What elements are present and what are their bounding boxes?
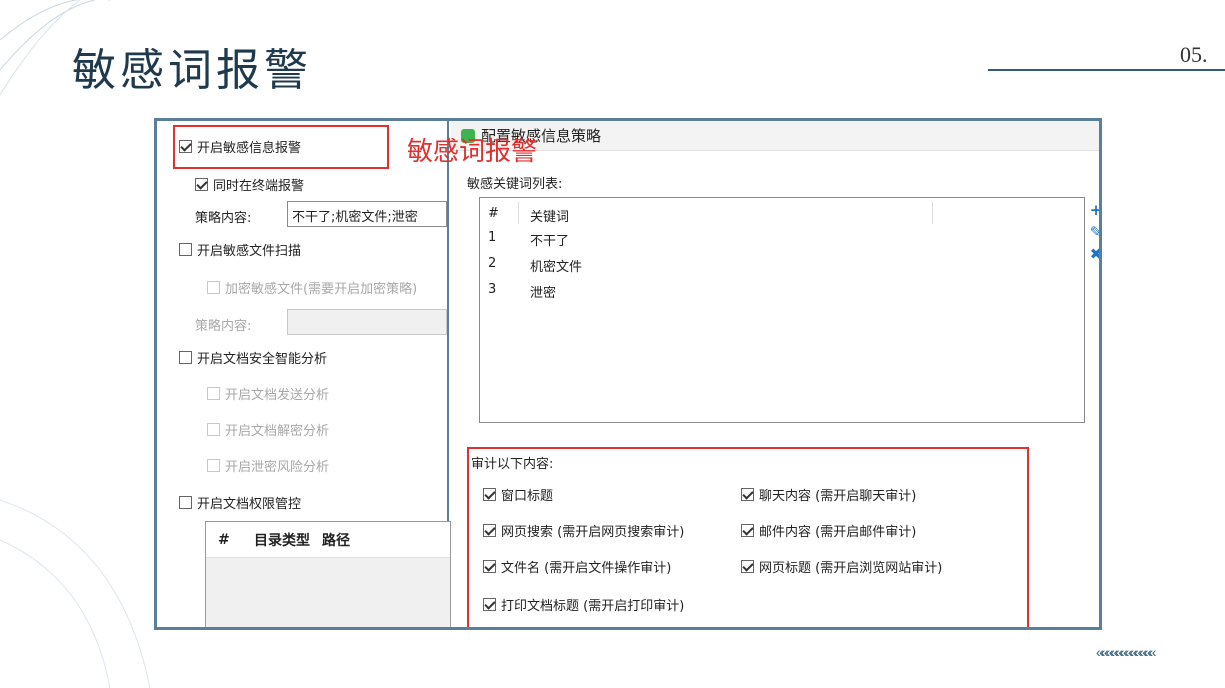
chevron-decoration: «««««««««««« xyxy=(1096,644,1156,660)
terminal-alert-label: 同时在终端报警 xyxy=(213,179,305,194)
enable-sensitive-alert-label: 开启敏感信息报警 xyxy=(197,141,302,156)
strategy-content-label: 策略内容: xyxy=(195,211,252,226)
terminal-alert-option[interactable]: 同时在终端报警 xyxy=(195,175,304,194)
dialog-titlebar: 配置敏感信息策略 xyxy=(451,121,1099,151)
column-header-keyword[interactable]: 关键词 xyxy=(530,206,569,225)
table-row[interactable]: 1 不干了 xyxy=(480,230,1084,256)
audit-option[interactable]: 窗口标题 xyxy=(483,485,553,504)
row-keyword: 泄密 xyxy=(530,286,557,301)
audit-checkbox[interactable] xyxy=(483,560,496,573)
permission-table[interactable]: # 目录类型 路径 xyxy=(205,521,451,627)
leak-risk-analysis-option[interactable]: 开启泄密风险分析 xyxy=(207,456,329,475)
audit-checkbox[interactable] xyxy=(483,598,496,611)
page-number-underline xyxy=(988,69,1225,71)
enable-doc-permission-option[interactable]: 开启文档权限管控 xyxy=(179,493,301,512)
overlay-title: 敏感词报警 xyxy=(407,137,538,167)
row-number: 1 xyxy=(488,230,497,245)
audit-option-label: 打印文档标题 (需开启打印审计) xyxy=(501,599,685,614)
delete-icon[interactable]: ✖ xyxy=(1089,243,1099,265)
audit-option[interactable]: 网页标题 (需开启浏览网站审计) xyxy=(741,557,942,576)
encrypt-sensitive-label: 加密敏感文件(需要开启加密策略) xyxy=(225,282,418,297)
strategy-content-input[interactable]: 不干了;机密文件;泄密 xyxy=(287,201,447,227)
audit-checkbox[interactable] xyxy=(741,488,754,501)
strategy-content-input-2[interactable] xyxy=(287,309,447,335)
audit-option-label: 聊天内容 (需开启聊天审计) xyxy=(759,489,917,504)
keyword-list-label: 敏感关键词列表: xyxy=(467,177,563,192)
enable-doc-permission-checkbox[interactable] xyxy=(179,496,192,509)
keyword-table-header: # 关键词 xyxy=(480,198,1084,228)
permission-table-header: # 目录类型 路径 xyxy=(206,522,450,558)
doc-send-analysis-checkbox[interactable] xyxy=(207,387,220,400)
audit-option-label: 文件名 (需开启文件操作审计) xyxy=(501,561,672,576)
audit-option-label: 邮件内容 (需开启邮件审计) xyxy=(759,525,917,540)
edit-icon[interactable]: ✎ xyxy=(1089,221,1099,243)
audit-option[interactable]: 网页搜索 (需开启网页搜索审计) xyxy=(483,521,684,540)
strategy-content-label-2: 策略内容: xyxy=(195,319,252,334)
leak-risk-analysis-checkbox[interactable] xyxy=(207,459,220,472)
column-header-num[interactable]: # xyxy=(488,206,499,221)
audit-option[interactable]: 邮件内容 (需开启邮件审计) xyxy=(741,521,916,540)
row-keyword: 机密文件 xyxy=(530,260,583,275)
add-icon[interactable]: + xyxy=(1089,199,1099,221)
config-dialog: 配置敏感信息策略 敏感关键词列表: # 关键词 1 不干了 2 机密文件 3 泄… xyxy=(451,121,1099,627)
doc-decrypt-analysis-label: 开启文档解密分析 xyxy=(225,424,330,439)
audit-checkbox[interactable] xyxy=(483,524,496,537)
enable-sensitive-alert-checkbox[interactable] xyxy=(179,140,192,153)
row-number: 2 xyxy=(488,256,497,271)
column-header-num[interactable]: # xyxy=(218,532,254,548)
background-decoration-bottom xyxy=(0,499,151,688)
encrypt-sensitive-checkbox[interactable] xyxy=(207,281,220,294)
doc-send-analysis-label: 开启文档发送分析 xyxy=(225,388,330,403)
audit-option-label: 网页搜索 (需开启网页搜索审计) xyxy=(501,525,685,540)
enable-sensitive-alert-option[interactable]: 开启敏感信息报警 xyxy=(179,137,301,156)
enable-doc-analysis-option[interactable]: 开启文档安全智能分析 xyxy=(179,348,327,367)
audit-option[interactable]: 打印文档标题 (需开启打印审计) xyxy=(483,595,684,614)
audit-content-box: 审计以下内容: 窗口标题 聊天内容 (需开启聊天审计) 网页搜索 (需开启网页搜… xyxy=(467,447,1029,627)
keyword-table[interactable]: # 关键词 1 不干了 2 机密文件 3 泄密 xyxy=(479,197,1085,423)
audit-option-label: 网页标题 (需开启浏览网站审计) xyxy=(759,561,943,576)
enable-file-scan-option[interactable]: 开启敏感文件扫描 xyxy=(179,240,301,259)
audit-checkbox[interactable] xyxy=(741,524,754,537)
settings-panel: 开启敏感信息报警 同时在终端报警 策略内容: 不干了;机密文件;泄密 开启敏感文… xyxy=(157,121,451,627)
table-row[interactable]: 3 泄密 xyxy=(480,282,1084,308)
audit-option-label: 窗口标题 xyxy=(501,489,554,504)
keyword-toolbar: + ✎ ✖ xyxy=(1089,199,1099,265)
audit-checkbox[interactable] xyxy=(483,488,496,501)
enable-doc-analysis-checkbox[interactable] xyxy=(179,351,192,364)
doc-decrypt-analysis-checkbox[interactable] xyxy=(207,423,220,436)
audit-label: 审计以下内容: xyxy=(471,457,554,472)
page-number: 05. xyxy=(1180,42,1208,67)
terminal-alert-checkbox[interactable] xyxy=(195,178,208,191)
screenshot-frame: 开启敏感信息报警 同时在终端报警 策略内容: 不干了;机密文件;泄密 开启敏感文… xyxy=(154,118,1102,630)
slide-title: 敏感词报警 xyxy=(72,45,312,96)
column-header-path[interactable]: 路径 xyxy=(322,530,350,550)
table-row[interactable]: 2 机密文件 xyxy=(480,256,1084,282)
audit-checkbox[interactable] xyxy=(741,560,754,573)
doc-decrypt-analysis-option[interactable]: 开启文档解密分析 xyxy=(207,420,329,439)
enable-file-scan-checkbox[interactable] xyxy=(179,243,192,256)
audit-option[interactable]: 文件名 (需开启文件操作审计) xyxy=(483,557,671,576)
doc-send-analysis-option[interactable]: 开启文档发送分析 xyxy=(207,384,329,403)
encrypt-sensitive-option[interactable]: 加密敏感文件(需要开启加密策略) xyxy=(207,278,417,297)
column-header-dir-type[interactable]: 目录类型 xyxy=(254,530,322,550)
audit-option[interactable]: 聊天内容 (需开启聊天审计) xyxy=(741,485,916,504)
enable-doc-analysis-label: 开启文档安全智能分析 xyxy=(197,352,328,367)
enable-file-scan-label: 开启敏感文件扫描 xyxy=(197,244,302,259)
leak-risk-analysis-label: 开启泄密风险分析 xyxy=(225,460,330,475)
row-number: 3 xyxy=(488,282,497,297)
row-keyword: 不干了 xyxy=(530,234,570,249)
enable-doc-permission-label: 开启文档权限管控 xyxy=(197,497,302,512)
